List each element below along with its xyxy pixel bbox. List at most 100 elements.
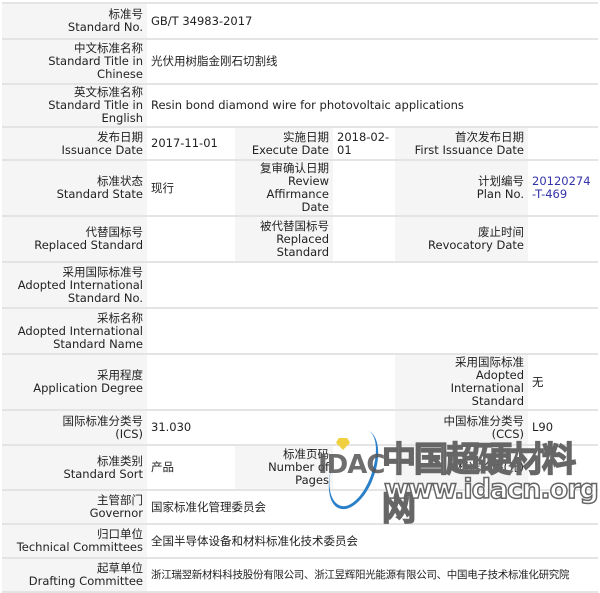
label-en: Standard Title in Chinese bbox=[48, 54, 143, 81]
label-application-degree: 采用程度 Application Degree bbox=[2, 353, 147, 411]
value-title-en: Resin bond diamond wire for photovoltaic… bbox=[147, 83, 599, 128]
label-cn: 复审确认日期 bbox=[260, 161, 329, 175]
value-technical-committees: 全国半导体设备和材料标准化技术委员会 bbox=[147, 523, 599, 559]
label-en: Revocatory Date bbox=[428, 238, 524, 252]
label-cn: 中国标准分类号 bbox=[443, 413, 525, 428]
row-technical-committees: 归口单位 Technical Committees 全国半导体设备和材料标准化技术… bbox=[2, 523, 599, 559]
value-standard-sort: 产品 bbox=[147, 444, 235, 491]
label-cn: 标准号 bbox=[108, 7, 144, 21]
value-price bbox=[528, 444, 599, 491]
value-drafting-committee: 浙江瑞翌新材料科技股份有限公司、浙江昱辉阳光能源有限公司、中国电子技术标准化研究… bbox=[147, 557, 599, 593]
row-drafting-committee: 起草单位 Drafting Committee 浙江瑞翌新材料科技股份有限公司、浙… bbox=[2, 557, 599, 593]
label-en: Execute Date bbox=[251, 142, 329, 157]
label-replaced-by: 被代替国标号 Replaced Standard bbox=[235, 215, 333, 263]
value-replaced-standard bbox=[147, 215, 235, 263]
value-adopted-intl-standard: 无 bbox=[528, 353, 599, 411]
label-cn: 发布日期 bbox=[97, 129, 143, 144]
label-en: Drafting Committee bbox=[28, 574, 143, 588]
label-cn: 起草单位 bbox=[97, 561, 143, 575]
value-adopted-intl-name bbox=[147, 307, 599, 355]
label-en: Standard Sort bbox=[63, 466, 143, 481]
label-governor: 主管部门 Governor bbox=[2, 489, 147, 525]
label-en: Adopted International Standard bbox=[450, 368, 524, 408]
row-dates: 发布日期 Issuance Date 2017-11-01 实施日期 Execute… bbox=[2, 126, 599, 161]
label-en: Adopted International Standard No. bbox=[17, 277, 143, 305]
label-drafting-committee: 起草单位 Drafting Committee bbox=[2, 557, 147, 593]
label-title-cn: 中文标准名称 Standard Title in Chinese bbox=[2, 38, 147, 85]
value-governor: 国家标准化管理委员会 bbox=[147, 489, 599, 525]
label-en: Plan No. bbox=[476, 187, 524, 201]
label-price: 标准价格(元) bbox=[395, 444, 528, 491]
label-review-date: 复审确认日期 Review Affirmance Date bbox=[235, 159, 333, 217]
value-ccs: L90 bbox=[528, 409, 599, 446]
label-cn: 被代替国标号 bbox=[260, 218, 329, 233]
label-plan-no: 计划编号 Plan No. bbox=[395, 159, 528, 217]
label-cn: 采用国际标准 bbox=[455, 355, 524, 369]
row-application-degree: 采用程度 Application Degree 采用国际标准 Adopted Int… bbox=[2, 353, 599, 411]
label-cn: 采用程度 bbox=[97, 368, 143, 382]
label-en: Replaced Standard bbox=[34, 238, 143, 252]
label-first-issuance-date: 首次发布日期 First Issuance Date bbox=[395, 126, 528, 161]
label-title-en: 英文标准名称 Standard Title in English bbox=[2, 83, 147, 128]
row-adopted-intl-no: 采用国际标准号 Adopted International Standard No… bbox=[2, 261, 599, 309]
label-cn: 国际标准分类号 bbox=[62, 413, 144, 428]
label-cn: 标准价格(元) bbox=[457, 460, 524, 474]
label-en: Replaced Standard bbox=[276, 231, 329, 259]
label-en: Standard No. bbox=[67, 20, 143, 34]
label-cn: 英文标准名称 bbox=[74, 85, 143, 99]
label-en: Standard State bbox=[56, 187, 143, 201]
label-adopted-intl-name: 采标名称 Adopted International Standard Name bbox=[2, 307, 147, 355]
label-cn: 采用国际标准号 bbox=[62, 264, 144, 279]
label-en: Governor bbox=[89, 506, 143, 520]
label-cn: 标准页码 bbox=[283, 447, 329, 461]
value-pages bbox=[333, 444, 395, 491]
label-en: Number of Pages bbox=[268, 460, 329, 487]
value-standard-no: GB/T 34983-2017 bbox=[147, 2, 599, 40]
value-standard-state: 现行 bbox=[147, 159, 235, 217]
value-application-degree bbox=[147, 353, 395, 411]
row-classification: 国际标准分类号 (ICS) 31.030 中国标准分类号 (CCS) L90 bbox=[2, 409, 599, 446]
label-en: (ICS) bbox=[115, 426, 143, 441]
plan-no-link[interactable]: 20120274-T-469 bbox=[532, 174, 591, 201]
value-ics: 31.030 bbox=[147, 409, 395, 446]
label-replaced-standard: 代替国标号 Replaced Standard bbox=[2, 215, 147, 263]
label-ccs: 中国标准分类号 (CCS) bbox=[395, 409, 528, 446]
value-first-issuance-date bbox=[528, 126, 599, 161]
value-execute-date: 2018-02-01 bbox=[333, 126, 395, 161]
value-adopted-intl-no bbox=[147, 261, 599, 309]
label-en: Technical Committees bbox=[16, 540, 143, 554]
label-en: Issuance Date bbox=[61, 142, 143, 157]
row-governor: 主管部门 Governor 国家标准化管理委员会 bbox=[2, 489, 599, 525]
label-cn: 采标名称 bbox=[97, 310, 143, 325]
label-en: (CCS) bbox=[491, 426, 524, 441]
label-cn: 代替国标号 bbox=[85, 225, 144, 239]
row-sort: 标准类别 Standard Sort 产品 标准页码 Number of Pages… bbox=[2, 444, 599, 491]
label-standard-state: 标准状态 Standard State bbox=[2, 159, 147, 217]
label-en: First Issuance Date bbox=[414, 142, 524, 157]
label-standard-no: 标准号 Standard No. bbox=[2, 2, 147, 40]
label-execute-date: 实施日期 Execute Date bbox=[235, 126, 333, 161]
label-cn: 标准状态 bbox=[97, 174, 143, 188]
label-standard-sort: 标准类别 Standard Sort bbox=[2, 444, 147, 491]
value-review-date bbox=[333, 159, 395, 217]
value-revocatory-date bbox=[528, 215, 599, 263]
label-cn: 废止时间 bbox=[478, 225, 524, 239]
row-standard-no: 标准号 Standard No. GB/T 34983-2017 bbox=[2, 2, 599, 40]
label-cn: 中文标准名称 bbox=[74, 41, 143, 55]
row-replaced: 代替国标号 Replaced Standard 被代替国标号 Replaced St… bbox=[2, 215, 599, 263]
label-adopted-intl-standard: 采用国际标准 Adopted International Standard bbox=[395, 353, 528, 411]
label-issuance-date: 发布日期 Issuance Date bbox=[2, 126, 147, 161]
label-cn: 实施日期 bbox=[283, 129, 329, 144]
row-title-cn: 中文标准名称 Standard Title in Chinese 光伏用树脂金刚石… bbox=[2, 38, 599, 85]
value-replaced-by bbox=[333, 215, 395, 263]
row-adopted-intl-name: 采标名称 Adopted International Standard Name bbox=[2, 307, 599, 355]
label-en: Review Affirmance Date bbox=[266, 174, 329, 214]
label-pages: 标准页码 Number of Pages bbox=[235, 444, 333, 491]
row-title-en: 英文标准名称 Standard Title in English Resin bo… bbox=[2, 83, 599, 128]
label-cn: 标准类别 bbox=[97, 453, 143, 468]
label-ics: 国际标准分类号 (ICS) bbox=[2, 409, 147, 446]
label-technical-committees: 归口单位 Technical Committees bbox=[2, 523, 147, 559]
label-cn: 计划编号 bbox=[478, 174, 524, 188]
standard-info-table: 标准号 Standard No. GB/T 34983-2017 中文标准名称 St… bbox=[2, 2, 599, 593]
label-cn: 归口单位 bbox=[97, 527, 143, 541]
